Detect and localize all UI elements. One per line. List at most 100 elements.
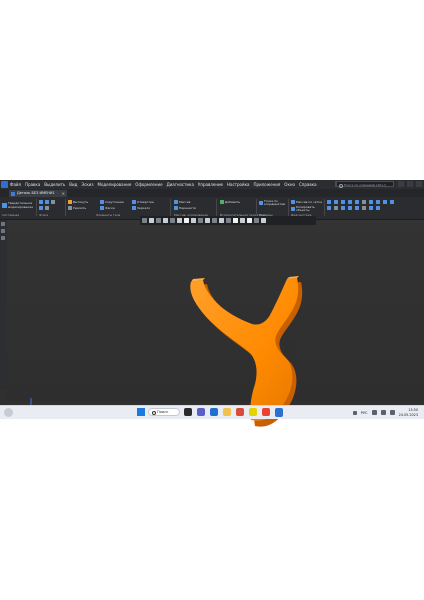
tool-icon-10[interactable] [390, 200, 394, 204]
sketch-icon[interactable] [39, 200, 43, 204]
menu-settings[interactable]: Настройка [227, 182, 249, 187]
tool-icon-4[interactable] [348, 200, 352, 204]
hole-icon [132, 200, 136, 204]
tool-icon-3[interactable] [341, 200, 345, 204]
menu-help[interactable]: Справка [299, 182, 317, 187]
view-filter-icon[interactable] [142, 218, 147, 223]
chevron-up-icon[interactable] [352, 410, 357, 415]
view-cube-icon[interactable] [184, 218, 189, 223]
copy-objects-button[interactable]: Копировать объекты [291, 205, 318, 213]
menu-select[interactable]: Выделить [44, 182, 65, 187]
minimize-button[interactable] [398, 181, 404, 187]
volume-icon[interactable] [380, 410, 386, 415]
view-zoom-icon[interactable] [149, 218, 154, 223]
ribbon-group-sketch: Эскиз [38, 198, 64, 217]
radiation-app-icon[interactable] [249, 408, 257, 416]
view-grid-icon[interactable] [240, 218, 245, 223]
menu-edit[interactable]: Правка [25, 182, 40, 187]
app-logo-icon[interactable] [1, 181, 8, 188]
move-button[interactable]: Перенести [174, 206, 196, 210]
tool-icon-2[interactable] [334, 200, 338, 204]
view-orient-icon[interactable] [177, 218, 182, 223]
solid-modeling-label: Твердотельное моделирование [8, 201, 33, 209]
command-search-input[interactable]: Поиск по командам (Alt+/) [336, 181, 394, 188]
point-by-coords-button[interactable]: Точка по координатам [259, 199, 286, 207]
maximize-button[interactable] [407, 181, 413, 187]
view-fit-icon[interactable] [233, 218, 238, 223]
wifi-icon[interactable] [371, 410, 377, 415]
menu-design[interactable]: Оформление [135, 182, 162, 187]
tool-icon-18[interactable] [376, 206, 380, 210]
tool-icon-5[interactable] [355, 200, 359, 204]
yandex-icon[interactable] [262, 408, 270, 416]
view-hide-icon[interactable] [205, 218, 210, 223]
menu-management[interactable]: Управление [198, 182, 223, 187]
menu-file[interactable]: Файл [10, 182, 21, 187]
sketch-arc-icon[interactable] [45, 206, 49, 210]
start-button[interactable] [137, 408, 145, 416]
delete-button[interactable]: Удалить [68, 206, 86, 210]
tool-icon-1[interactable] [327, 200, 331, 204]
view-zoom-dropdown-icon[interactable] [156, 218, 161, 223]
chat-icon[interactable] [197, 408, 205, 416]
array-button[interactable]: Массив [174, 200, 190, 204]
clock[interactable]: 13:50 24.05.2023 [399, 408, 418, 417]
tab-document[interactable]: Деталь БЕЗ ИМЕНИ1 × [9, 190, 67, 197]
fillet-button[interactable]: Скругление [100, 200, 124, 204]
kompas-taskbar-icon[interactable] [275, 408, 283, 417]
sketch-circle-icon[interactable] [51, 200, 55, 204]
layers-panel-icon[interactable] [1, 236, 5, 240]
tree-panel-icon[interactable] [1, 222, 5, 226]
tool-icon-8[interactable] [376, 200, 380, 204]
view-settings-icon[interactable] [254, 218, 259, 223]
tool-icon-17[interactable] [369, 206, 373, 210]
tool-icon-16[interactable] [362, 206, 366, 210]
taskbar-search[interactable]: Поиск [148, 408, 180, 416]
ribbon-separator [288, 199, 289, 216]
view-rotate-icon[interactable] [170, 218, 175, 223]
view-snap-icon[interactable] [261, 218, 266, 223]
menu-view[interactable]: Вид [69, 182, 77, 187]
view-show-icon[interactable] [212, 218, 217, 223]
tool-icon-12[interactable] [334, 206, 338, 210]
view-pan-icon[interactable] [163, 218, 168, 223]
grid-array-button[interactable]: Массив по сетке [291, 200, 322, 204]
extrude-button[interactable]: Вытянуть [68, 200, 88, 204]
document-tab-bar: Деталь БЕЗ ИМЕНИ1 × [0, 189, 424, 197]
model-viewport[interactable] [7, 220, 424, 427]
sketch-rect-icon[interactable] [45, 200, 49, 204]
add-button[interactable]: Добавить [220, 200, 240, 204]
menu-apps[interactable]: Приложения [253, 182, 280, 187]
edge-icon[interactable] [210, 408, 218, 416]
mirror-button[interactable]: Зеркало [132, 206, 150, 210]
view-render-mode-icon[interactable] [191, 218, 196, 223]
close-tab-icon[interactable]: × [62, 190, 65, 197]
properties-panel-icon[interactable] [1, 229, 5, 233]
chrome-icon[interactable] [236, 408, 244, 416]
language-indicator[interactable]: РУС [361, 411, 368, 415]
menu-sketch[interactable]: Эскиз [81, 182, 93, 187]
tool-icon-15[interactable] [355, 206, 359, 210]
tool-icon-14[interactable] [348, 206, 352, 210]
chamfer-button[interactable]: Фаска [100, 206, 115, 210]
file-explorer-icon[interactable] [223, 408, 231, 416]
tool-icon-13[interactable] [341, 206, 345, 210]
view-section-icon[interactable] [198, 218, 203, 223]
weather-icon[interactable] [4, 408, 13, 417]
tool-icon-6[interactable] [362, 200, 366, 204]
menu-modeling[interactable]: Моделирование [98, 182, 132, 187]
task-view-icon[interactable] [184, 408, 192, 416]
view-lights-icon[interactable] [219, 218, 224, 223]
solid-modeling-button[interactable]: Твердотельное моделирование [2, 199, 33, 212]
view-perspective-icon[interactable] [226, 218, 231, 223]
tool-icon-9[interactable] [383, 200, 387, 204]
menu-window[interactable]: Окно [284, 182, 295, 187]
hole-button[interactable]: Отверстие [132, 200, 154, 204]
tool-icon-11[interactable] [327, 206, 331, 210]
tool-icon-7[interactable] [369, 200, 373, 204]
filter-icon[interactable] [247, 218, 252, 223]
menu-diagnostics[interactable]: Диагностика [167, 182, 194, 187]
sketch-line-icon[interactable] [39, 206, 43, 210]
battery-icon[interactable] [389, 410, 395, 415]
close-window-button[interactable] [416, 181, 422, 187]
